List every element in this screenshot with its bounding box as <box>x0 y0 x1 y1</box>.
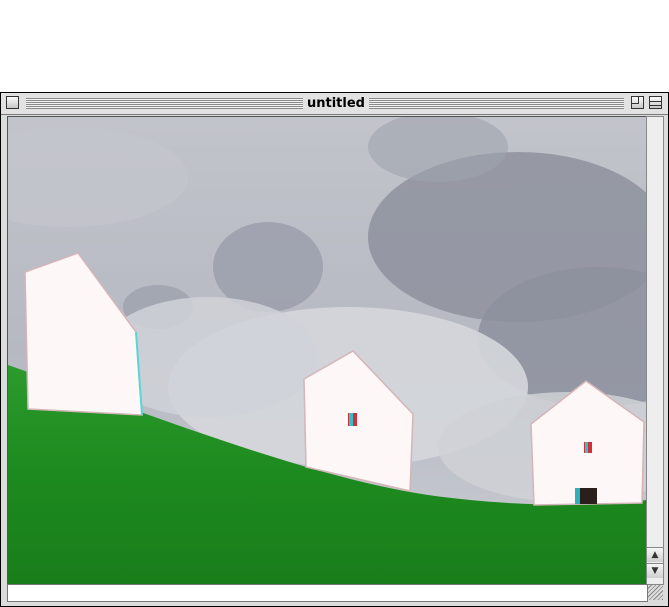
landscape-photo <box>8 117 646 584</box>
vertical-scrollbar[interactable]: ▲ ▼ <box>646 116 664 585</box>
document-window: untitled ▲ ▼ <box>0 92 669 607</box>
zoom-box-icon[interactable] <box>631 96 644 109</box>
close-box-icon[interactable] <box>6 96 19 109</box>
title-bar[interactable]: untitled <box>1 93 668 115</box>
scroll-down-arrow-icon[interactable]: ▼ <box>647 563 663 578</box>
window-title: untitled <box>303 94 369 113</box>
windowshade-box-icon[interactable] <box>649 96 662 109</box>
horizontal-scrollbar[interactable] <box>7 584 648 602</box>
scroll-up-arrow-icon[interactable]: ▲ <box>647 547 663 562</box>
title-bar-stripes-left <box>26 98 303 109</box>
title-bar-stripes-right <box>369 98 624 109</box>
image-view[interactable] <box>7 116 647 585</box>
resize-grip-icon[interactable] <box>648 585 663 600</box>
